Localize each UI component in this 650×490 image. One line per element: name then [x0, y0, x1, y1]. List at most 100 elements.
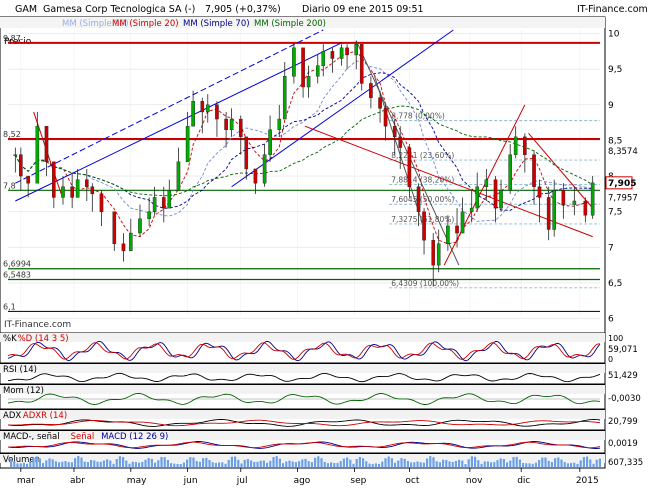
volume-bar — [317, 456, 320, 467]
volume-bar — [179, 463, 182, 467]
volume-bar — [285, 461, 288, 467]
candle-body — [215, 104, 219, 120]
indicator-panels: %K %D (14 3 5) 59,071 RSI (14) 51,429 Mom (12… — [0, 332, 643, 469]
volume-bar — [211, 462, 214, 467]
volume-bar — [349, 459, 352, 467]
volume-bar — [381, 461, 384, 467]
indicator-value: 607,335 — [608, 458, 643, 468]
y-tick-label: 8,5 — [608, 136, 622, 146]
candle-body — [26, 175, 30, 184]
volume-bar — [576, 463, 579, 467]
candle-body — [590, 182, 595, 216]
volume-bar — [490, 462, 493, 467]
volume-bar — [400, 458, 403, 467]
volume-bar — [70, 462, 73, 467]
candle-body — [292, 47, 296, 77]
volume-bar — [131, 461, 134, 467]
chart-header-symbol: GAM — [15, 4, 37, 15]
x-tick-label: jun — [183, 476, 198, 486]
volume-bar — [291, 461, 294, 467]
y-tick-label: 9 — [608, 101, 614, 111]
x-axis: mar abr may jun jul ago sep oct nov dic 2015 — [17, 467, 599, 486]
volume-bar — [563, 462, 566, 467]
x-tick-label: jul — [236, 476, 248, 486]
volume-bar — [118, 456, 121, 467]
candle-body — [499, 190, 503, 209]
brand-label: IT-Finance.com — [577, 4, 648, 15]
indicator-label: Señal — [71, 432, 95, 442]
volume-bar — [314, 457, 317, 467]
volume-bar — [570, 462, 573, 467]
volume-bar — [115, 459, 118, 467]
indicator-label: %D (14 3 5) — [18, 334, 69, 344]
candle-body — [436, 243, 441, 266]
volume-bar — [358, 456, 361, 467]
volume-bar — [173, 463, 176, 467]
volume-bar — [461, 460, 464, 467]
volume-bar — [138, 462, 141, 467]
y-tick-label: 7 — [608, 243, 614, 253]
volume-bar — [262, 460, 265, 467]
volume-bar — [74, 458, 77, 467]
volume-bar — [227, 459, 230, 467]
volume-bar — [362, 458, 365, 467]
y-tick-label: 9,5 — [608, 65, 622, 75]
volume-bar — [326, 463, 329, 467]
volume-bar — [403, 458, 406, 467]
level-label: 6,1 — [3, 302, 16, 311]
volume-bar — [534, 462, 537, 467]
x-tick-label: nov — [466, 476, 483, 486]
fibonacci-label: 8,778 (0,00%) — [391, 112, 445, 121]
candle-body — [546, 197, 551, 230]
chart-header-name: Gamesa Corp Tecnologica SA (-) — [43, 4, 195, 15]
volume-bar — [410, 462, 413, 467]
volume-bar — [422, 462, 425, 467]
candle-body — [277, 118, 282, 130]
x-tick-label: oct — [405, 476, 419, 486]
volume-bar — [58, 462, 61, 467]
candle-body — [13, 154, 18, 156]
volume-bar — [323, 461, 326, 467]
volume-bar — [80, 457, 83, 467]
volume-bar — [464, 463, 467, 467]
volume-bar — [397, 460, 400, 467]
indicator-header-stoch — [0, 333, 605, 342]
indicator-header-rsi — [0, 364, 605, 373]
volume-bar — [112, 463, 115, 467]
volume-bar — [176, 463, 179, 467]
volume-bar — [253, 461, 256, 467]
candle-body — [345, 47, 349, 56]
volume-bar — [192, 457, 195, 467]
volume-bar — [541, 457, 544, 467]
volume-bar — [496, 460, 499, 467]
indicator-value: 51,429 — [608, 371, 638, 381]
volume-bar — [16, 463, 19, 467]
volume-bar — [221, 462, 224, 467]
volume-bar — [163, 457, 166, 467]
volume-bar — [355, 459, 358, 467]
y-tick-label: 6 — [608, 315, 614, 325]
candle-body — [90, 186, 95, 195]
volume-bar — [390, 458, 393, 467]
volume-bar — [256, 461, 259, 467]
candle-body — [392, 125, 397, 138]
volume-bar — [102, 460, 105, 467]
volume-bar — [451, 461, 454, 467]
volume-bar — [365, 461, 368, 467]
volume-bar — [275, 456, 278, 467]
volume-bar — [147, 458, 150, 467]
volume-bar — [435, 461, 438, 467]
volume-bar — [157, 460, 160, 467]
chart-header-period: Diario 09 ene 2015 09:51 — [302, 4, 424, 15]
chart-header: GAM Gamesa Corp Tecnologica SA (-) 7,905… — [15, 4, 648, 15]
ma200-value-label: 7,7957 — [608, 193, 638, 203]
candle-body — [583, 200, 588, 216]
volume-bar — [243, 459, 246, 467]
candle-body — [282, 76, 287, 120]
volume-bar — [218, 462, 221, 467]
candle-body — [262, 154, 267, 184]
volume-bar — [416, 461, 419, 467]
candle-body — [147, 211, 151, 220]
volume-bar — [589, 459, 592, 467]
fibonacci-label: 6,4309 (100,00%) — [391, 279, 459, 288]
